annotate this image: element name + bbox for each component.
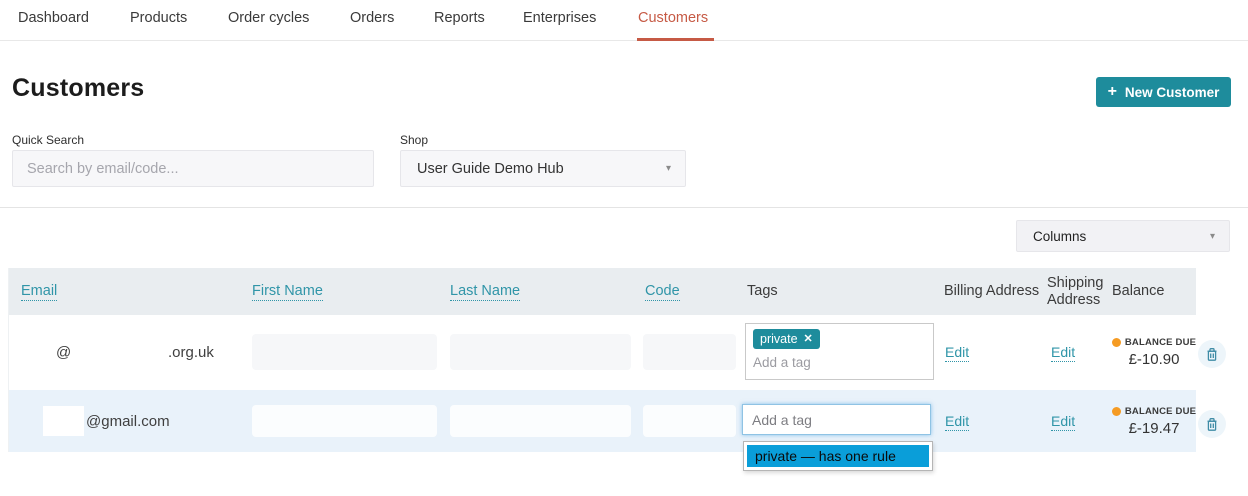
balance-cell: BALANCE DUE £-10.90 [1107, 337, 1201, 368]
quick-search-input[interactable] [12, 150, 374, 187]
header-code[interactable]: Code [645, 283, 680, 301]
customer-email-domain: .org.uk [168, 344, 214, 361]
chevron-down-icon: ▾ [666, 163, 671, 174]
code-field[interactable] [643, 334, 736, 370]
first-name-field[interactable] [252, 405, 437, 437]
customer-email-domain: @gmail.com [86, 413, 170, 430]
plus-icon: + [1108, 84, 1117, 100]
delete-customer-button[interactable] [1198, 410, 1226, 438]
customers-table: Email First Name Last Name Code Tags Bil… [8, 268, 1196, 452]
nav-reports[interactable]: Reports [434, 10, 485, 26]
add-tag-input[interactable] [753, 355, 913, 370]
trash-icon [1205, 347, 1219, 362]
billing-address-edit-link[interactable]: Edit [945, 344, 969, 362]
tag-suggestion-item[interactable]: private — has one rule [747, 445, 929, 467]
header-balance: Balance [1112, 283, 1164, 299]
delete-customer-button[interactable] [1198, 340, 1226, 368]
table-header-row: Email First Name Last Name Code Tags Bil… [9, 268, 1196, 315]
balance-status: BALANCE DUE [1125, 406, 1196, 417]
nav-orders[interactable]: Orders [350, 10, 394, 26]
add-tag-input[interactable] [742, 404, 931, 435]
section-divider [0, 207, 1248, 208]
shop-select-value: User Guide Demo Hub [401, 161, 564, 177]
balance-amount: £-19.47 [1107, 420, 1201, 437]
shipping-address-edit-link[interactable]: Edit [1051, 344, 1075, 362]
balance-due-dot [1112, 338, 1121, 347]
new-customer-button[interactable]: + New Customer [1096, 77, 1231, 107]
header-billing-address: Billing Address [944, 283, 1039, 299]
code-field[interactable] [643, 405, 736, 437]
main-nav: Dashboard Products Order cycles Orders R… [0, 0, 1248, 41]
nav-enterprises[interactable]: Enterprises [523, 10, 596, 26]
customers-admin-page: Dashboard Products Order cycles Orders R… [0, 0, 1248, 496]
shop-label: Shop [400, 133, 428, 147]
header-first-name[interactable]: First Name [252, 283, 323, 301]
first-name-field[interactable] [252, 334, 437, 370]
shop-select[interactable]: User Guide Demo Hub ▾ [400, 150, 686, 187]
billing-address-edit-link[interactable]: Edit [945, 413, 969, 431]
header-shipping-address: Shipping Address [1047, 275, 1111, 308]
header-email[interactable]: Email [21, 283, 57, 301]
header-tags: Tags [747, 283, 778, 299]
last-name-field[interactable] [450, 405, 631, 437]
table-row: @ .org.uk private ✕ Edit Edit BALANCE DU… [9, 315, 1196, 390]
trash-icon [1205, 417, 1219, 432]
balance-due-dot [1112, 407, 1121, 416]
active-tab-underline [637, 38, 714, 41]
header-last-name[interactable]: Last Name [450, 283, 520, 301]
shipping-address-edit-link[interactable]: Edit [1051, 413, 1075, 431]
tag-suggestions-dropdown: private — has one rule [743, 441, 933, 471]
last-name-field[interactable] [450, 334, 631, 370]
tags-editor[interactable]: private ✕ [745, 323, 934, 380]
balance-amount: £-10.90 [1107, 351, 1201, 368]
customer-email-at: @ [56, 344, 71, 361]
columns-select-value: Columns [1017, 229, 1086, 244]
quick-search-label: Quick Search [12, 133, 84, 147]
redacted-email [43, 406, 84, 436]
chevron-down-icon: ▾ [1210, 231, 1215, 242]
tag-pill: private ✕ [753, 329, 820, 349]
tag-label: private [760, 332, 798, 346]
columns-select[interactable]: Columns ▾ [1016, 220, 1230, 252]
balance-status: BALANCE DUE [1125, 337, 1196, 348]
page-title: Customers [12, 74, 144, 103]
new-customer-label: New Customer [1125, 85, 1220, 100]
nav-products[interactable]: Products [130, 10, 187, 26]
table-row: @gmail.com Edit Edit BALANCE DUE £-19.47 [9, 390, 1196, 452]
nav-order-cycles[interactable]: Order cycles [228, 10, 309, 26]
nav-dashboard[interactable]: Dashboard [18, 10, 89, 26]
nav-customers[interactable]: Customers [638, 10, 708, 26]
remove-tag-icon[interactable]: ✕ [804, 334, 813, 345]
balance-cell: BALANCE DUE £-19.47 [1107, 406, 1201, 437]
